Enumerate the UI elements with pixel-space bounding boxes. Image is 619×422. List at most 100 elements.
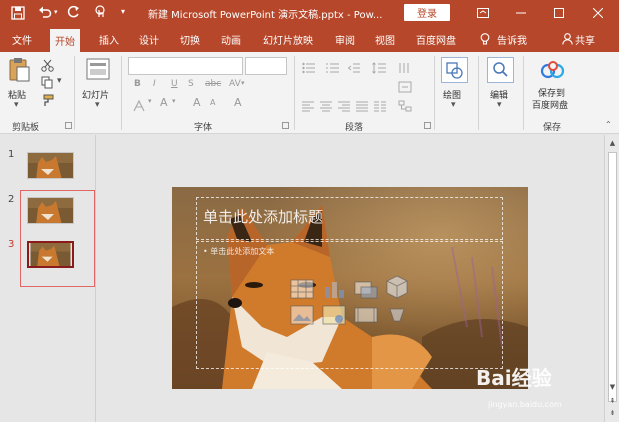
maximize-icon[interactable] <box>541 0 577 26</box>
character-spacing-dropdown-icon[interactable]: ▾ <box>241 79 245 87</box>
insert-video-icon[interactable] <box>354 305 378 325</box>
clipboard-group-label: 剪贴板 <box>12 123 40 133</box>
paragraph-launcher-icon[interactable] <box>424 122 431 129</box>
ribbon-display-options-icon[interactable] <box>465 0 501 26</box>
decrease-font-size-button[interactable]: A <box>210 98 215 107</box>
tab-design[interactable]: 设计 <box>139 26 159 52</box>
tab-home[interactable]: 开始 <box>50 29 80 52</box>
save-to-netdisk-label-2[interactable]: 百度网盘 <box>532 98 568 111</box>
drawing-dropdown-icon[interactable]: ▾ <box>451 100 456 110</box>
next-slide-icon[interactable]: ⇟ <box>608 409 617 417</box>
title-bar: ▾ ▾ 新建 Microsoft PowerPoint 演示文稿.pptx - … <box>0 0 619 26</box>
insert-smartart-icon[interactable] <box>354 279 378 299</box>
paste-dropdown-icon[interactable]: ▾ <box>14 100 19 110</box>
drawing-shapes-icon[interactable] <box>441 57 468 83</box>
baidu-netdisk-icon[interactable] <box>540 60 566 80</box>
bullets-icon[interactable] <box>302 59 316 74</box>
decrease-indent-icon[interactable] <box>347 59 360 73</box>
character-spacing-button[interactable]: AV <box>229 79 241 89</box>
save-icon[interactable] <box>11 6 25 20</box>
font-color-button[interactable]: A <box>160 96 168 109</box>
undo-dropdown-icon[interactable]: ▾ <box>54 8 58 16</box>
undo-icon[interactable] <box>38 5 52 19</box>
font-name-select[interactable] <box>128 57 243 75</box>
close-icon[interactable] <box>580 0 616 26</box>
font-color-dropdown-icon[interactable]: ▾ <box>172 97 176 105</box>
collapse-ribbon-icon[interactable]: ⌃ <box>605 120 612 129</box>
redo-icon[interactable] <box>66 5 80 19</box>
align-center-icon[interactable] <box>320 97 332 112</box>
text-effects-dropdown-icon[interactable]: ▾ <box>148 97 152 105</box>
scroll-down-icon[interactable]: ▼ <box>608 383 617 391</box>
insert-icons-icon[interactable] <box>386 305 408 325</box>
title-placeholder[interactable]: 单击此处添加标题 <box>196 197 503 240</box>
person-icon[interactable] <box>562 33 573 45</box>
customize-toolbar-icon[interactable]: ▾ <box>121 7 125 16</box>
text-effects-icon[interactable] <box>133 97 146 112</box>
save-group-label: 保存 <box>543 123 562 133</box>
clipboard-launcher-icon[interactable] <box>65 122 72 129</box>
ribbon-tabs: 文件 开始 插入 设计 切换 动画 幻灯片放映 审阅 视图 百度网盘 告诉我 共… <box>0 26 619 52</box>
tab-view[interactable]: 视图 <box>375 26 395 52</box>
numbering-icon[interactable] <box>326 59 340 73</box>
insert-online-picture-icon[interactable] <box>322 305 346 325</box>
insert-table-icon[interactable] <box>290 279 314 299</box>
paste-icon[interactable] <box>8 56 30 82</box>
font-launcher-icon[interactable] <box>282 122 289 129</box>
align-left-icon[interactable] <box>302 97 314 112</box>
tab-transitions[interactable]: 切换 <box>180 26 200 52</box>
separator <box>478 56 479 130</box>
new-slide-icon[interactable] <box>86 58 110 80</box>
insert-3d-model-icon[interactable] <box>386 275 408 299</box>
increase-font-size-button[interactable]: A <box>193 96 201 109</box>
shadow-button[interactable]: S <box>188 79 194 89</box>
separator <box>121 56 122 130</box>
font-size-select[interactable] <box>245 57 287 75</box>
tab-animations[interactable]: 动画 <box>221 26 241 52</box>
columns-icon[interactable] <box>374 97 386 112</box>
line-spacing-icon[interactable] <box>372 59 386 74</box>
editing-search-icon[interactable] <box>487 57 514 83</box>
strikethrough-button[interactable]: abc <box>205 79 221 89</box>
format-painter-icon[interactable] <box>41 92 54 106</box>
insert-chart-icon[interactable] <box>322 279 346 299</box>
tab-review[interactable]: 审阅 <box>335 26 355 52</box>
clear-formatting-button[interactable]: A <box>234 96 242 109</box>
justify-icon[interactable] <box>356 97 368 112</box>
text-direction-icon[interactable] <box>398 59 412 73</box>
previous-slide-icon[interactable]: ⇞ <box>608 397 617 405</box>
lightbulb-icon[interactable] <box>480 33 490 46</box>
baidu-jingyan-watermark: Bai经验 <box>476 366 552 390</box>
separator <box>523 56 524 130</box>
italic-button[interactable]: I <box>153 79 156 89</box>
tell-me-search[interactable]: 告诉我 <box>497 26 527 52</box>
minimize-icon[interactable] <box>503 0 539 26</box>
tab-file[interactable]: 文件 <box>12 26 32 52</box>
login-button[interactable]: 登录 <box>404 4 450 21</box>
new-slide-dropdown-icon[interactable]: ▾ <box>95 100 100 110</box>
scrollbar-thumb[interactable] <box>608 152 617 402</box>
copy-icon[interactable] <box>41 74 54 89</box>
current-slide[interactable]: 单击此处添加标题 • 单击此处添加文本 <box>172 187 528 389</box>
tab-slideshow[interactable]: 幻灯片放映 <box>263 26 313 52</box>
touch-mode-icon[interactable] <box>93 5 107 19</box>
tab-baidu-netdisk[interactable]: 百度网盘 <box>416 26 456 52</box>
slide-number-2: 2 <box>8 194 15 205</box>
bold-button[interactable]: B <box>134 79 141 89</box>
align-right-icon[interactable] <box>338 97 350 112</box>
copy-dropdown-icon[interactable]: ▾ <box>57 76 62 86</box>
vertical-scrollbar[interactable]: ▲ ▼ ⇞ ⇟ <box>604 135 619 422</box>
tab-insert[interactable]: 插入 <box>99 26 119 52</box>
slide-thumbnail-1[interactable] <box>27 152 74 179</box>
editing-dropdown-icon[interactable]: ▾ <box>497 100 502 110</box>
align-text-icon[interactable] <box>398 78 412 93</box>
share-button[interactable]: 共享 <box>575 26 595 52</box>
cut-icon[interactable] <box>41 57 54 72</box>
scroll-up-icon[interactable]: ▲ <box>608 139 617 147</box>
powerpoint-window: ▾ ▾ 新建 Microsoft PowerPoint 演示文稿.pptx - … <box>0 0 619 422</box>
underline-button[interactable]: U <box>171 79 178 89</box>
insert-picture-icon[interactable] <box>290 305 314 325</box>
separator <box>74 56 75 130</box>
smartart-icon[interactable] <box>398 97 412 112</box>
paragraph-group-label: 段落 <box>345 123 364 133</box>
